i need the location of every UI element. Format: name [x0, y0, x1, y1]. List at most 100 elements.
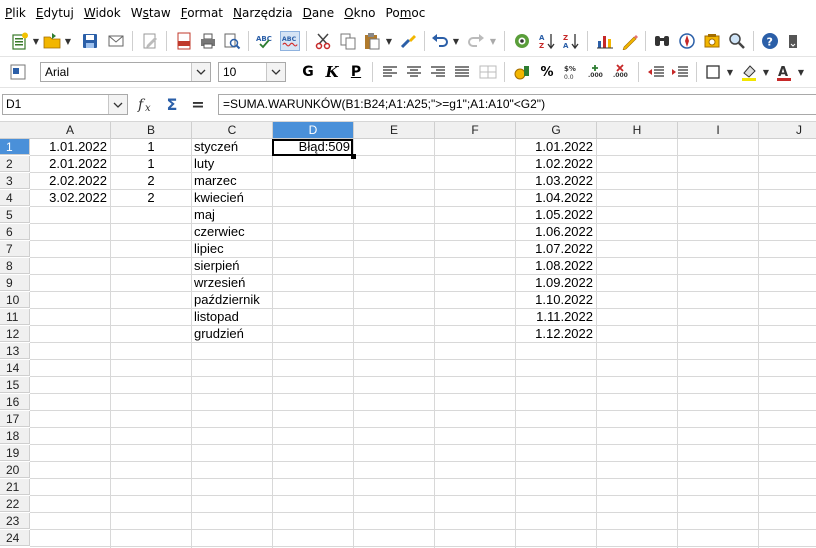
undo-icon[interactable] — [430, 31, 450, 51]
cell-c11[interactable]: listopad — [192, 309, 272, 325]
cell-g4[interactable]: 1.04.2022 — [516, 190, 596, 206]
row-header-24[interactable]: 24 — [0, 530, 30, 546]
menu-edytuj[interactable]: Edytuj — [31, 0, 79, 26]
column-header-j[interactable]: J — [759, 122, 816, 139]
cell-c7[interactable]: lipiec — [192, 241, 272, 257]
column-header-e[interactable]: E — [354, 122, 435, 139]
row-header-21[interactable]: 21 — [0, 479, 30, 495]
background-color-dropdown-arrow[interactable]: ▼ — [762, 62, 770, 82]
sort-descending-icon[interactable]: ZA — [561, 31, 581, 51]
currency-format-icon[interactable] — [512, 62, 532, 82]
row-header-12[interactable]: 12 — [0, 326, 30, 342]
cell-g12[interactable]: 1.12.2022 — [516, 326, 596, 342]
menu-dane[interactable]: Dane — [298, 0, 340, 26]
spellcheck-icon[interactable]: ABC — [255, 31, 275, 51]
chevron-down-icon[interactable] — [108, 95, 127, 114]
column-header-i[interactable]: I — [678, 122, 759, 139]
menu-narzędzia[interactable]: Narzędzia — [228, 0, 298, 26]
cell-a4[interactable]: 3.02.2022 — [30, 190, 110, 206]
increase-indent-icon[interactable] — [670, 62, 690, 82]
row-header-19[interactable]: 19 — [0, 445, 30, 461]
cell-g1[interactable]: 1.01.2022 — [516, 139, 596, 155]
number-format-icon[interactable]: $% 0.0 — [562, 62, 582, 82]
cell-b1[interactable]: 1 — [111, 139, 191, 155]
column-header-d[interactable]: D — [273, 122, 354, 139]
cell-g5[interactable]: 1.05.2022 — [516, 207, 596, 223]
cell-c4[interactable]: kwiecień — [192, 190, 272, 206]
show-draw-functions-icon[interactable] — [620, 31, 640, 51]
cell-g9[interactable]: 1.09.2022 — [516, 275, 596, 291]
cell-c2[interactable]: luty — [192, 156, 272, 172]
borders-icon[interactable] — [703, 62, 723, 82]
help-icon[interactable]: ? — [760, 31, 780, 51]
percent-format-button[interactable]: % — [537, 62, 557, 82]
new-document-icon[interactable] — [10, 31, 30, 51]
row-header-10[interactable]: 10 — [0, 292, 30, 308]
row-header-4[interactable]: 4 — [0, 190, 30, 206]
styles-icon[interactable] — [8, 62, 28, 82]
bold-button[interactable]: G — [298, 62, 318, 82]
cell-b4[interactable]: 2 — [111, 190, 191, 206]
cell-a1[interactable]: 1.01.2022 — [30, 139, 110, 155]
cell-c9[interactable]: wrzesień — [192, 275, 272, 291]
chevron-down-icon[interactable] — [266, 63, 285, 81]
export-pdf-icon[interactable] — [174, 31, 194, 51]
open-dropdown-arrow[interactable]: ▼ — [64, 31, 72, 51]
find-replace-icon[interactable] — [652, 31, 672, 51]
toolbar-overflow-icon[interactable] — [786, 31, 800, 51]
italic-button[interactable]: K — [322, 62, 342, 82]
row-header-6[interactable]: 6 — [0, 224, 30, 240]
cell-g3[interactable]: 1.03.2022 — [516, 173, 596, 189]
row-header-9[interactable]: 9 — [0, 275, 30, 291]
save-icon[interactable] — [80, 31, 100, 51]
menu-format[interactable]: Format — [176, 0, 228, 26]
cell-g2[interactable]: 1.02.2022 — [516, 156, 596, 172]
underline-button[interactable]: P — [346, 62, 366, 82]
align-left-icon[interactable] — [380, 62, 400, 82]
cell-c8[interactable]: sierpień — [192, 258, 272, 274]
column-header-f[interactable]: F — [435, 122, 516, 139]
column-header-h[interactable]: H — [597, 122, 678, 139]
row-header-8[interactable]: 8 — [0, 258, 30, 274]
font-size-combo[interactable]: 10 — [218, 62, 286, 82]
paste-icon[interactable] — [362, 31, 382, 51]
row-header-17[interactable]: 17 — [0, 411, 30, 427]
clone-formatting-icon[interactable] — [398, 31, 418, 51]
menu-okno[interactable]: Okno — [339, 0, 380, 26]
row-header-20[interactable]: 20 — [0, 462, 30, 478]
row-header-5[interactable]: 5 — [0, 207, 30, 223]
cell-a3[interactable]: 2.02.2022 — [30, 173, 110, 189]
cell-g10[interactable]: 1.10.2022 — [516, 292, 596, 308]
cell-g11[interactable]: 1.11.2022 — [516, 309, 596, 325]
justify-icon[interactable] — [452, 62, 472, 82]
cell-a2[interactable]: 2.01.2022 — [30, 156, 110, 172]
undo-dropdown-arrow[interactable]: ▼ — [452, 31, 460, 51]
row-header-2[interactable]: 2 — [0, 156, 30, 172]
cell-g7[interactable]: 1.07.2022 — [516, 241, 596, 257]
row-header-18[interactable]: 18 — [0, 428, 30, 444]
sum-button[interactable]: Σ — [162, 94, 182, 114]
new-dropdown-arrow[interactable]: ▼ — [32, 31, 40, 51]
column-header-g[interactable]: G — [516, 122, 597, 139]
cut-icon[interactable] — [313, 31, 333, 51]
cell-c1[interactable]: styczeń — [192, 139, 272, 155]
autofill-handle[interactable] — [351, 154, 356, 159]
cell-g8[interactable]: 1.08.2022 — [516, 258, 596, 274]
cell-c3[interactable]: marzec — [192, 173, 272, 189]
redo-dropdown-arrow[interactable]: ▼ — [489, 31, 497, 51]
menu-wstaw[interactable]: Wstaw — [126, 0, 176, 26]
row-header-15[interactable]: 15 — [0, 377, 30, 393]
font-name-combo[interactable]: Arial — [40, 62, 211, 82]
menu-pomoc[interactable]: Pomoc — [381, 0, 431, 26]
gallery-icon[interactable] — [702, 31, 722, 51]
chevron-down-icon[interactable] — [191, 63, 210, 81]
menu-plik[interactable]: Plik — [0, 0, 31, 26]
font-color-icon[interactable]: A — [774, 62, 794, 82]
cell-g6[interactable]: 1.06.2022 — [516, 224, 596, 240]
row-header-3[interactable]: 3 — [0, 173, 30, 189]
navigator-icon[interactable] — [512, 31, 532, 51]
edit-file-icon[interactable] — [140, 31, 160, 51]
column-header-b[interactable]: B — [111, 122, 192, 139]
background-color-icon[interactable] — [739, 62, 759, 82]
align-center-icon[interactable] — [404, 62, 424, 82]
